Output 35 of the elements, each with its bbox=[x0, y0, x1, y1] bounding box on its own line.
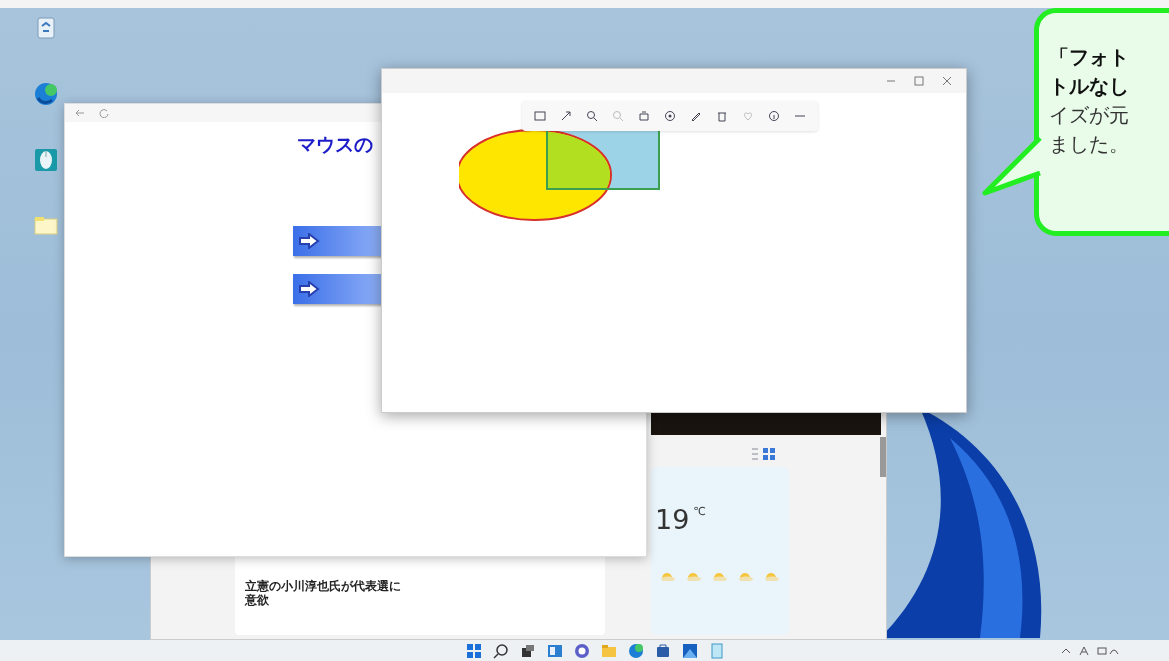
browser-icon[interactable] bbox=[628, 642, 644, 659]
ime-icon[interactable] bbox=[1079, 645, 1089, 656]
layout-icon[interactable] bbox=[751, 447, 777, 461]
browser-icon[interactable] bbox=[34, 82, 58, 106]
callout-text-line: ました。 bbox=[1049, 131, 1130, 158]
link-button[interactable] bbox=[293, 226, 383, 256]
bag-icon[interactable] bbox=[655, 642, 671, 659]
photos-icon[interactable] bbox=[682, 642, 698, 659]
refresh-icon[interactable] bbox=[99, 108, 109, 118]
scrollbar[interactable] bbox=[880, 437, 886, 477]
search-icon[interactable] bbox=[493, 642, 509, 659]
pen-icon[interactable] bbox=[690, 110, 702, 122]
arrow-icon bbox=[298, 233, 320, 249]
link-button[interactable] bbox=[293, 274, 383, 304]
start-icon[interactable] bbox=[466, 642, 482, 659]
delete-icon[interactable] bbox=[716, 110, 728, 122]
temperature-unit: ℃ bbox=[693, 505, 706, 518]
callout-text-line: 「フォト bbox=[1049, 44, 1130, 71]
maximize-icon[interactable] bbox=[914, 76, 924, 86]
callout-text-line: トルなし bbox=[1049, 73, 1130, 100]
close-icon[interactable] bbox=[942, 76, 952, 86]
callout-text-line: イズが元 bbox=[1049, 102, 1130, 129]
temperature-text: 19 bbox=[655, 505, 690, 535]
widgets-icon[interactable] bbox=[547, 642, 563, 659]
mouse-icon[interactable] bbox=[34, 148, 58, 172]
info-icon[interactable] bbox=[768, 110, 780, 122]
page-heading: マウスの bbox=[297, 132, 373, 157]
picture-icon[interactable] bbox=[534, 110, 546, 122]
arrow-icon bbox=[298, 281, 320, 297]
zoom-in-icon[interactable] bbox=[586, 110, 598, 122]
chat-icon[interactable] bbox=[574, 642, 590, 659]
news-headline: 立憲の小川淳也氏が代表選に意欲 bbox=[245, 579, 402, 607]
back-icon[interactable] bbox=[75, 108, 85, 118]
task-view-icon[interactable] bbox=[520, 642, 536, 659]
weather-card[interactable]: 19℃ bbox=[651, 467, 789, 635]
